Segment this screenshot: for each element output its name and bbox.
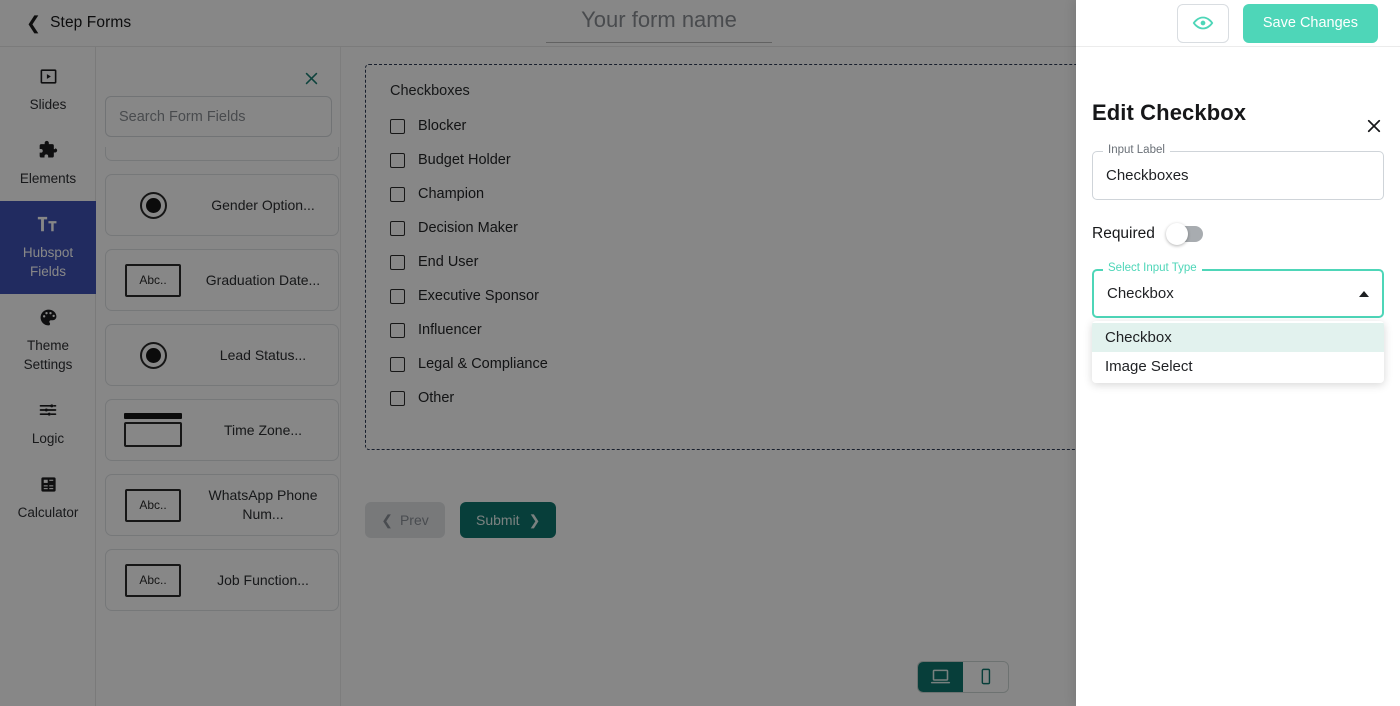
input-label-input[interactable] xyxy=(1106,167,1370,184)
select-input-type-menu: Checkbox Image Select xyxy=(1092,321,1384,383)
caret-up-icon xyxy=(1359,290,1369,297)
input-type-select-wrap: Select Input Type Checkbox Checkbox Imag… xyxy=(1092,262,1384,383)
drawer-top-actions: Save Changes xyxy=(1076,0,1400,47)
eye-icon xyxy=(1192,16,1214,30)
input-label-field[interactable]: Input Label xyxy=(1092,144,1384,200)
drawer-body: Edit Checkbox Input Label Required Selec… xyxy=(1076,100,1400,383)
form-builder-app: ❮ Step Forms Slides xyxy=(0,0,1400,706)
required-label: Required xyxy=(1092,225,1155,242)
close-icon xyxy=(1367,119,1381,133)
toggle-knob xyxy=(1165,223,1188,245)
close-drawer-button[interactable] xyxy=(1362,114,1386,138)
select-input-type-legend: Select Input Type xyxy=(1103,262,1202,274)
select-option-checkbox[interactable]: Checkbox xyxy=(1092,323,1384,352)
save-changes-button[interactable]: Save Changes xyxy=(1242,3,1378,43)
required-toggle[interactable] xyxy=(1165,223,1203,245)
preview-button[interactable] xyxy=(1176,3,1229,43)
required-toggle-row: Required xyxy=(1092,223,1384,245)
edit-checkbox-drawer: Save Changes Edit Checkbox Input Label R… xyxy=(1076,0,1400,706)
input-label-legend: Input Label xyxy=(1103,144,1170,156)
drawer-title: Edit Checkbox xyxy=(1092,100,1247,125)
select-input-type-value: Checkbox xyxy=(1107,285,1174,302)
modal-scrim[interactable] xyxy=(0,0,1076,706)
select-option-image-select[interactable]: Image Select xyxy=(1092,352,1384,381)
select-input-type-field[interactable]: Select Input Type Checkbox xyxy=(1092,262,1384,318)
